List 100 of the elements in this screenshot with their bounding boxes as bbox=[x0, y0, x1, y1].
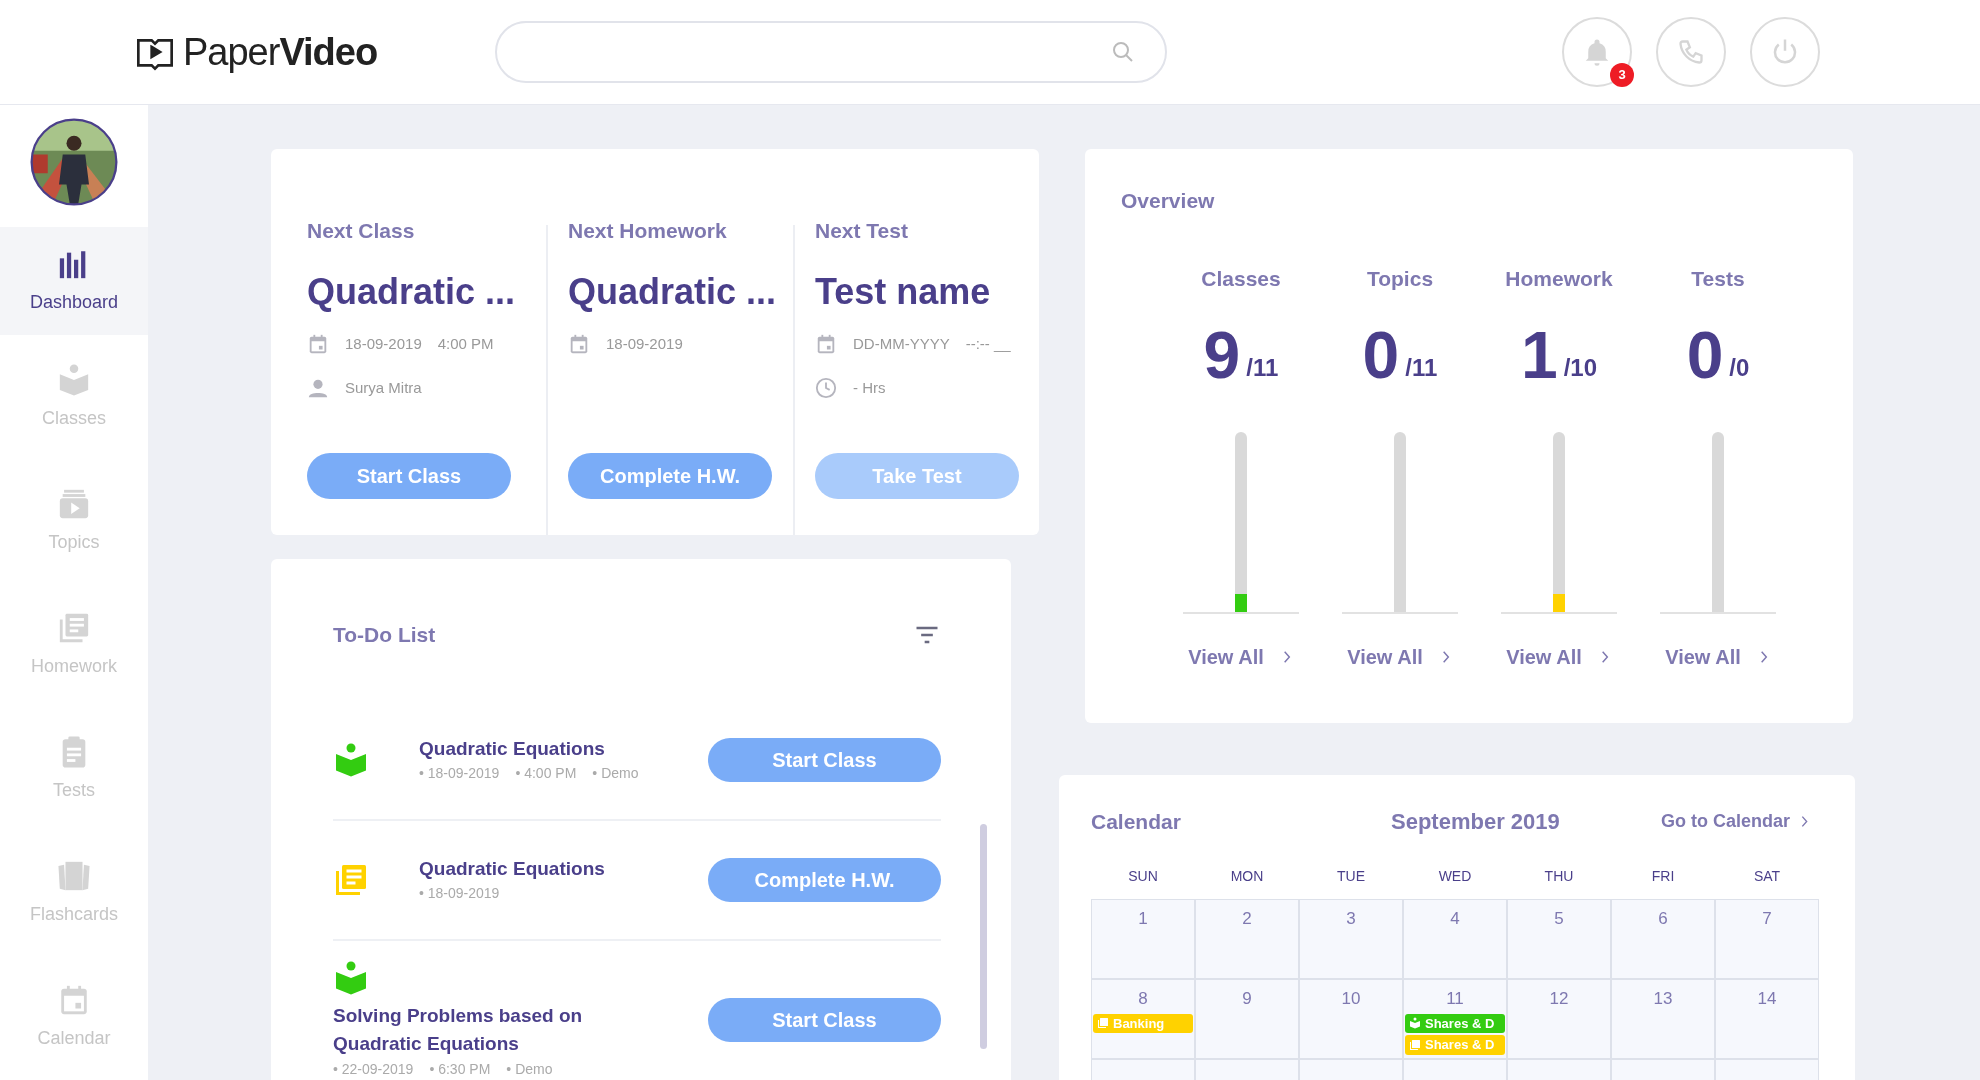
day-number: 14 bbox=[1756, 988, 1778, 1010]
weekday-label: MON bbox=[1229, 867, 1265, 886]
action-button[interactable]: Complete H.W. bbox=[568, 452, 772, 499]
stat-label: Topics bbox=[1366, 265, 1434, 292]
documents-icon bbox=[1409, 1038, 1421, 1051]
calendar-day[interactable]: 13 bbox=[1611, 979, 1715, 1059]
card-title: Test name bbox=[815, 269, 992, 314]
overview-title: Overview bbox=[1121, 188, 1216, 214]
stat-label: Homework bbox=[1505, 265, 1613, 292]
weekday-label: FRI bbox=[1650, 867, 1676, 886]
card-title: Quadratic ... bbox=[568, 269, 773, 314]
day-number: 12 bbox=[1548, 988, 1570, 1010]
person-icon bbox=[307, 377, 329, 400]
card-label: Next Test bbox=[815, 218, 909, 244]
weekday-label: THU bbox=[1543, 867, 1575, 886]
calendar-day[interactable]: 10 bbox=[1299, 979, 1403, 1059]
search-icon bbox=[1111, 40, 1135, 64]
reader-icon bbox=[1409, 1017, 1421, 1030]
notification-button[interactable]: 3 bbox=[1562, 17, 1632, 87]
search-field[interactable] bbox=[495, 21, 1167, 83]
go-to-calendar-link[interactable]: Go to Calendar bbox=[1661, 808, 1811, 835]
view-all-link[interactable]: View All bbox=[1188, 642, 1294, 672]
todo-title-text: Quadratic Equations bbox=[419, 736, 606, 761]
view-all-link[interactable]: View All bbox=[1506, 642, 1612, 672]
action-button[interactable]: Complete H.W. bbox=[708, 857, 941, 902]
reader-icon bbox=[57, 362, 91, 397]
calendar-icon bbox=[568, 332, 590, 355]
meta-text: 18-09-2019 bbox=[606, 333, 683, 354]
calendar-day[interactable]: 7 bbox=[1715, 899, 1819, 979]
todo-meta: • 4:00 PM bbox=[515, 764, 577, 784]
day-number: 9 bbox=[1241, 988, 1253, 1010]
view-all-link[interactable]: View All bbox=[1665, 642, 1771, 672]
reader-icon bbox=[333, 959, 369, 996]
stat-total: /0 bbox=[1729, 353, 1750, 383]
sidebar-item[interactable]: Dashboard bbox=[0, 227, 148, 335]
calendar-icon bbox=[815, 332, 837, 355]
calendar-day[interactable]: 3 bbox=[1299, 899, 1403, 979]
action-button[interactable]: Start Class bbox=[307, 452, 511, 499]
logo: PaperVideo bbox=[135, 23, 465, 81]
day-number: 1 bbox=[1137, 908, 1149, 930]
phone-icon bbox=[1677, 38, 1705, 66]
day-number: 2 bbox=[1241, 908, 1253, 930]
card-label: Next Homework bbox=[568, 218, 728, 244]
calendar-day[interactable]: 1 bbox=[1091, 899, 1195, 979]
calendar-icon bbox=[307, 332, 329, 355]
todo-title-text: Quadratic Equations bbox=[419, 856, 605, 881]
stat-value: 0 bbox=[1686, 322, 1724, 388]
calendar-day[interactable]: 8 Banking bbox=[1091, 979, 1195, 1059]
todo-meta: • 6:30 PM bbox=[429, 1059, 491, 1079]
day-number: 13 bbox=[1652, 988, 1674, 1010]
calendar-day[interactable]: 4 bbox=[1403, 899, 1507, 979]
clock-icon bbox=[815, 377, 837, 400]
weekday-label: TUE bbox=[1336, 867, 1366, 886]
day-number: 6 bbox=[1657, 908, 1669, 930]
month-title: September 2019 bbox=[1391, 808, 1560, 836]
calendar-day[interactable]: 9 bbox=[1195, 979, 1299, 1059]
todo-meta: • Demo bbox=[506, 1059, 553, 1079]
calendar-title: Calendar bbox=[1091, 808, 1182, 835]
day-number: 8 bbox=[1137, 988, 1149, 1010]
stat-total: /11 bbox=[1405, 353, 1438, 383]
weekday-label: SAT bbox=[1752, 867, 1782, 886]
calendar-day[interactable]: 2 bbox=[1195, 899, 1299, 979]
meta-text: --:-- __ bbox=[965, 333, 1011, 354]
todo-meta: • 22-09-2019 bbox=[333, 1059, 414, 1079]
documents-icon bbox=[1097, 1017, 1109, 1030]
meta-text: Surya Mitra bbox=[345, 378, 422, 398]
scrollbar[interactable] bbox=[980, 824, 987, 1049]
todo-meta: • 18-09-2019 bbox=[419, 884, 500, 904]
stat-value: 0 bbox=[1362, 322, 1400, 388]
stat-label: Classes bbox=[1201, 265, 1281, 292]
calendar-day[interactable]: 5 bbox=[1507, 899, 1611, 979]
stat-total: /10 bbox=[1563, 353, 1598, 383]
stat-total: /11 bbox=[1246, 353, 1279, 383]
todo-meta: • 18-09-2019 bbox=[419, 764, 500, 784]
day-number: 3 bbox=[1345, 908, 1357, 930]
view-all-link[interactable]: View All bbox=[1347, 642, 1453, 672]
todo-title: To-Do List bbox=[333, 622, 436, 648]
card-title: Quadratic ... bbox=[307, 269, 517, 314]
action-button[interactable]: Start Class bbox=[708, 997, 941, 1042]
day-number: 4 bbox=[1449, 908, 1461, 930]
action-button[interactable]: Start Class bbox=[708, 737, 941, 782]
day-number: 5 bbox=[1553, 908, 1565, 930]
weekday-label: SUN bbox=[1127, 867, 1159, 886]
meta-text: - Hrs bbox=[853, 378, 886, 398]
calendar-event[interactable]: Shares & D bbox=[1405, 1013, 1505, 1033]
reader-icon bbox=[333, 741, 369, 778]
day-number: 11 bbox=[1445, 988, 1465, 1010]
todo-title-text: Solving Problems based on Quadratic Equations bbox=[333, 1003, 584, 1057]
calendar-day[interactable]: 14 bbox=[1715, 979, 1819, 1059]
calendar-day[interactable]: 6 bbox=[1611, 899, 1715, 979]
meta-text: 4:00 PM bbox=[437, 333, 494, 354]
calendar-day[interactable]: 11 Shares & D Shares & D bbox=[1403, 979, 1507, 1059]
stat-label: Tests bbox=[1691, 265, 1745, 292]
day-number: 7 bbox=[1761, 908, 1773, 930]
stat-value: 1 bbox=[1520, 322, 1558, 388]
calendar-day[interactable]: 12 bbox=[1507, 979, 1611, 1059]
day-number: 10 bbox=[1340, 988, 1362, 1010]
meta-text: 18-09-2019 bbox=[345, 333, 422, 354]
notification-badge: 3 bbox=[1610, 63, 1634, 87]
card-label: Next Class bbox=[307, 218, 416, 244]
